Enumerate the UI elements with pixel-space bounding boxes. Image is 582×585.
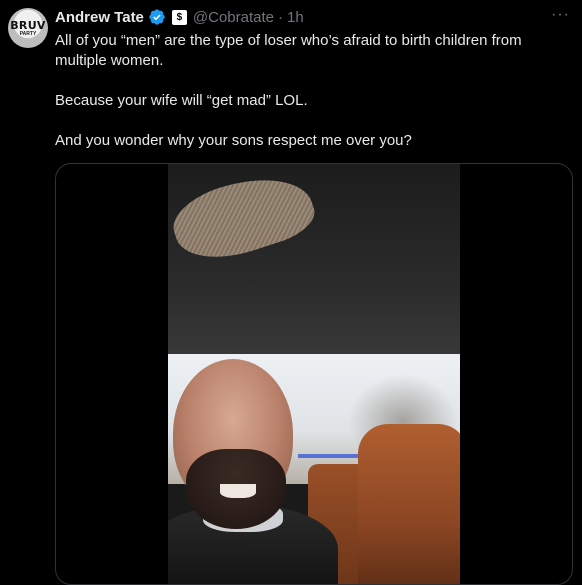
timestamp[interactable]: 1h xyxy=(287,9,304,26)
avatar-text: BRUV xyxy=(10,18,46,32)
tweet-paragraph: All of you “men” are the type of loser w… xyxy=(55,32,522,69)
verified-badge-icon[interactable] xyxy=(148,8,166,26)
tweet-media[interactable] xyxy=(55,163,573,585)
car-seat xyxy=(358,424,460,584)
author-name[interactable]: Andrew Tate xyxy=(55,9,144,26)
separator-dot: · xyxy=(278,8,284,26)
video-thumbnail[interactable] xyxy=(168,164,460,584)
tweet-text: All of you “men” are the type of loser w… xyxy=(55,31,560,151)
more-options-icon[interactable]: ··· xyxy=(551,6,570,24)
avatar-subtext: PARTY xyxy=(19,30,37,37)
affiliate-badge-icon[interactable]: $ xyxy=(171,9,187,25)
tweet-paragraph: Because your wife will “get mad” LOL. xyxy=(55,92,308,109)
author-avatar[interactable]: BRUV PARTY xyxy=(8,8,48,48)
person-mouth xyxy=(220,484,256,498)
tweet-header: Andrew Tate $ @Cobratate · 1h xyxy=(55,7,304,27)
author-handle[interactable]: @Cobratate xyxy=(193,9,274,26)
tweet-paragraph: And you wonder why your sons respect me … xyxy=(55,132,412,149)
